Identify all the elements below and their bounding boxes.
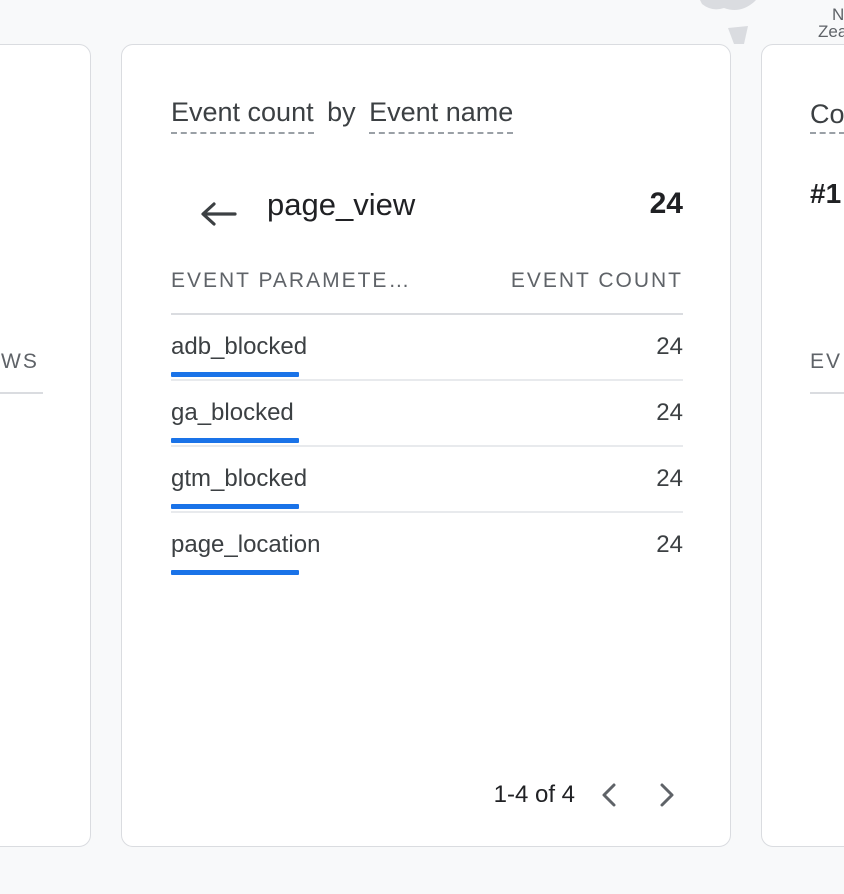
parameter-count: 24 <box>656 333 683 360</box>
column-header-count[interactable]: EVENT COUNT <box>511 269 683 293</box>
table-body: adb_blocked 24 ga_blocked 24 gtm_blocked 24 pa… <box>171 315 683 577</box>
chevron-left-icon[interactable] <box>593 779 625 811</box>
share-bar <box>171 438 299 443</box>
map-label-line-2: Zea <box>818 22 844 41</box>
table-row[interactable]: ga_blocked 24 <box>171 381 683 447</box>
parameter-count: 24 <box>656 399 683 426</box>
event-parameter-table: EVENT PARAMETE… EVENT COUNT adb_blocked 2… <box>171 265 683 577</box>
selected-event-name: page_view <box>267 187 416 222</box>
title-connector: by <box>327 97 356 127</box>
parameter-name: gtm_blocked <box>171 465 308 492</box>
right-card-divider <box>810 392 844 394</box>
share-bar-fill <box>171 504 299 509</box>
card-title: Event count by Event name <box>171 97 514 134</box>
parameter-count: 24 <box>656 531 683 558</box>
parameter-count: 24 <box>656 465 683 492</box>
share-bar <box>171 504 299 509</box>
table-header: EVENT PARAMETE… EVENT COUNT <box>171 265 683 315</box>
left-card: WS <box>0 44 91 847</box>
table-row[interactable]: page_location 24 <box>171 513 683 577</box>
map-fragment <box>700 0 760 44</box>
left-card-divider <box>0 392 43 394</box>
dashboard-canvas: N Zea WS Event count by Event name page_… <box>0 0 844 894</box>
dimension-selector[interactable]: Event name <box>369 97 514 134</box>
metric-selector[interactable]: Event count <box>171 97 314 134</box>
right-card-column-header: EV <box>810 350 843 373</box>
share-bar-fill <box>171 570 299 575</box>
pagination-label: 1-4 of 4 <box>493 781 575 808</box>
table-row[interactable]: adb_blocked 24 <box>171 315 683 381</box>
table-row[interactable]: gtm_blocked 24 <box>171 447 683 513</box>
parameter-name: ga_blocked <box>171 399 294 426</box>
arrow-left-icon[interactable] <box>198 199 238 229</box>
share-bar <box>171 372 299 377</box>
right-card-title[interactable]: Co <box>810 99 844 134</box>
parameter-name: page_location <box>171 531 321 558</box>
event-count-card: Event count by Event name page_view 24 E… <box>121 44 731 847</box>
left-card-column-header: WS <box>1 350 39 373</box>
pagination: 1-4 of 4 <box>494 779 683 811</box>
selected-event-count: 24 <box>649 187 683 220</box>
drilldown-header: page_view 24 <box>198 185 683 233</box>
right-card: Co #1 EV <box>761 44 844 847</box>
share-bar <box>171 570 299 575</box>
chevron-right-icon[interactable] <box>651 779 683 811</box>
right-card-rank: #1 <box>810 178 842 209</box>
parameter-name: adb_blocked <box>171 333 308 360</box>
share-bar-fill <box>171 438 299 443</box>
column-header-parameter[interactable]: EVENT PARAMETE… <box>171 269 411 293</box>
share-bar-fill <box>171 372 299 377</box>
